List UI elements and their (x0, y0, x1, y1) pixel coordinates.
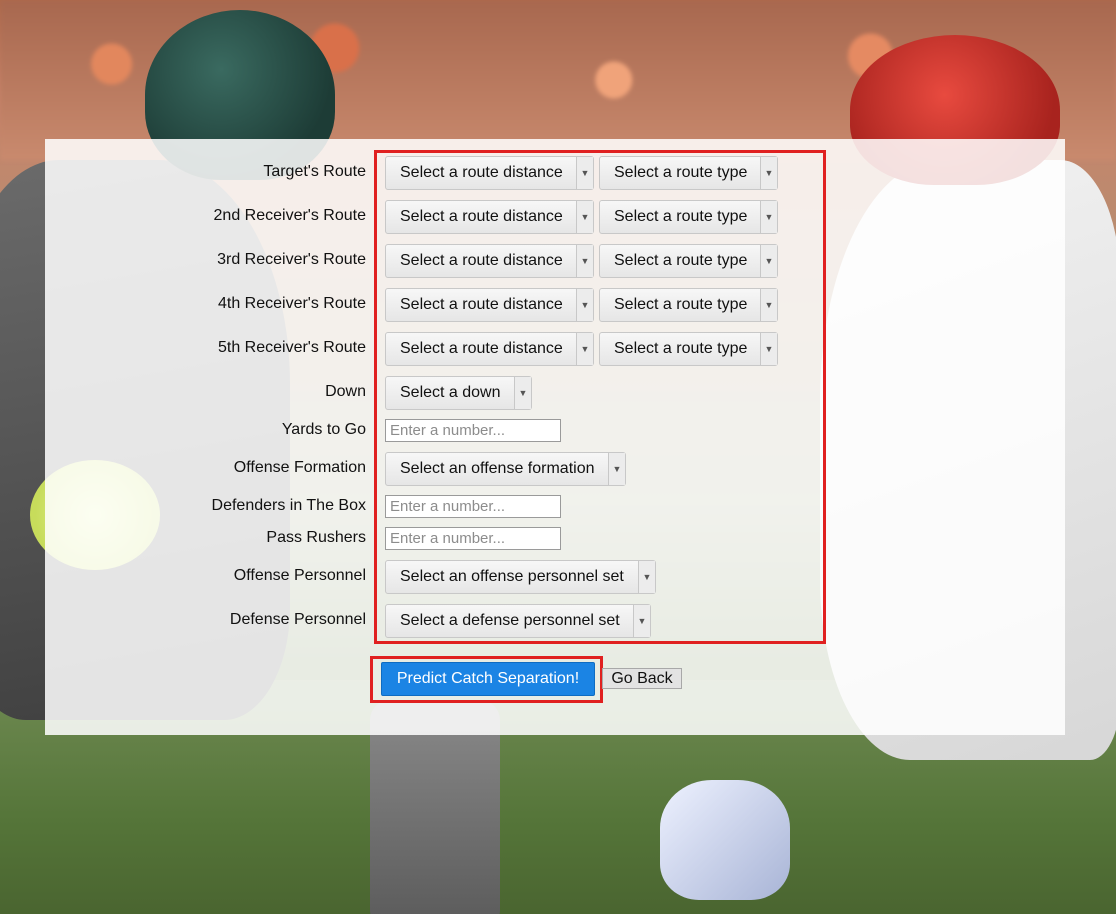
label-4th-receiver-route: 4th Receiver's Route (217, 295, 366, 312)
form-fields-highlight (374, 150, 826, 644)
predict-catch-separation-button[interactable]: Predict Catch Separation! (381, 662, 595, 696)
shoe-image (660, 780, 790, 900)
label-offense-personnel: Offense Personnel (233, 567, 366, 584)
label-offense-formation: Offense Formation (233, 459, 366, 476)
label-down: Down (325, 383, 366, 400)
label-3rd-receiver-route: 3rd Receiver's Route (217, 251, 366, 268)
label-target-route: Target's Route (263, 163, 366, 180)
label-2nd-receiver-route: 2nd Receiver's Route (213, 207, 366, 224)
label-defenders-in-box: Defenders in The Box (211, 497, 366, 514)
page-background: Target's Route Select a route distance ▼… (0, 0, 1116, 914)
label-defense-personnel: Defense Personnel (229, 611, 366, 628)
go-back-button[interactable]: Go Back (602, 668, 682, 689)
label-pass-rushers: Pass Rushers (266, 529, 366, 546)
label-5th-receiver-route: 5th Receiver's Route (217, 339, 366, 356)
label-yards-to-go: Yards to Go (281, 421, 366, 438)
